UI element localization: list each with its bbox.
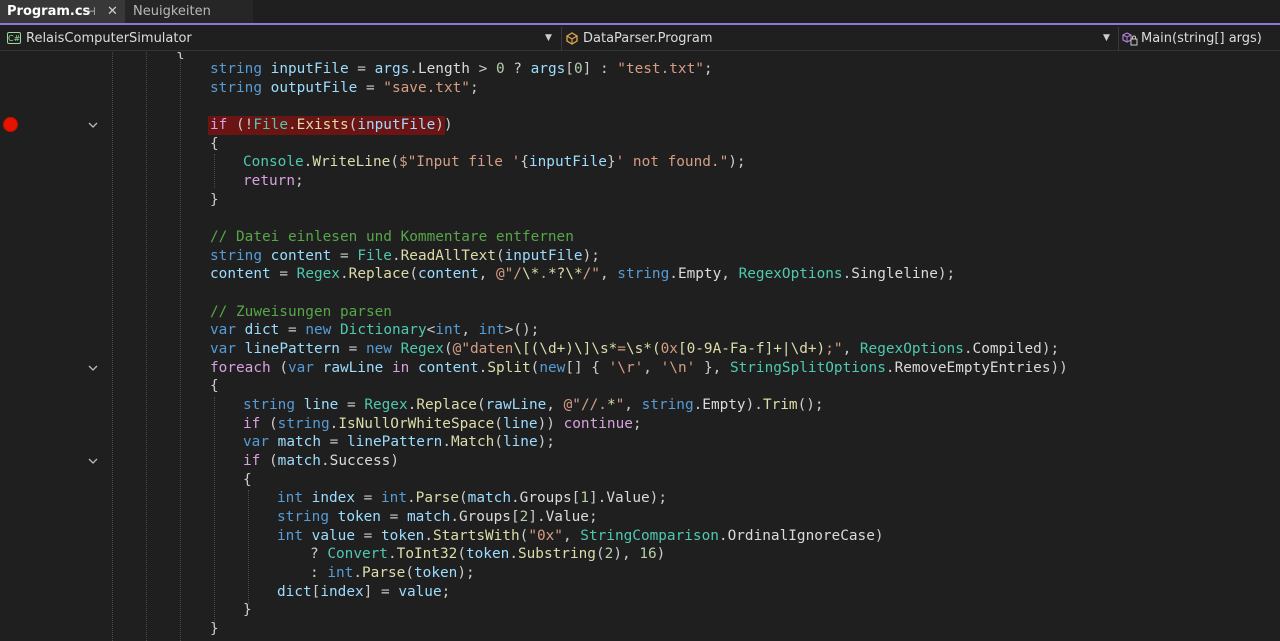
code-line: ? Convert.ToInt32(token.Substring(2), 16… [310, 546, 666, 562]
pin-icon[interactable]: ⊣ [86, 0, 96, 23]
tab-neuigkeiten[interactable]: Neuigkeiten [125, 0, 253, 23]
code-line: : int.Parse(token); [310, 565, 475, 581]
code-line: var dict = new Dictionary<int, int>(); [210, 322, 540, 338]
document-tab-strip: Program.cs ⊣ ✕ Neuigkeiten [0, 0, 1280, 25]
code-line: string inputFile = args.Length > 0 ? arg… [210, 61, 713, 77]
code-line: dict[index] = value; [277, 584, 451, 600]
chevron-down-icon[interactable]: ▼ [545, 27, 552, 50]
tab-label: Program.cs [7, 4, 91, 19]
csharp-project-icon: C# [7, 32, 21, 44]
tab-program-cs[interactable]: Program.cs ⊣ ✕ [0, 0, 125, 23]
code-line: string line = Regex.Replace(rawLine, @"/… [243, 397, 824, 413]
code-line: // Zuweisungen parsen [210, 304, 392, 320]
ide-window: Program.cs ⊣ ✕ Neuigkeiten C# RelaisComp… [0, 0, 1280, 641]
code-line: if (match.Success) [243, 453, 399, 469]
breakpoint-icon[interactable] [3, 117, 18, 132]
code-line: if (string.IsNullOrWhiteSpace(line)) con… [243, 416, 642, 432]
indent-guide [146, 52, 147, 641]
code-line: int value = token.StartsWith("0x", Strin… [277, 528, 884, 544]
code-line: int index = int.Parse(match.Groups[1].Va… [277, 490, 667, 506]
navigation-bar: C# RelaisComputerSimulator ▼ DataParser.… [0, 27, 1280, 51]
collapse-icon[interactable] [87, 455, 99, 467]
chevron-down-icon[interactable]: ▼ [1103, 27, 1110, 50]
indent-guide [214, 154, 215, 188]
code-line: { [210, 378, 219, 394]
code-line: } [210, 621, 219, 637]
collapse-icon[interactable] [87, 362, 99, 374]
class-dropdown[interactable]: DataParser.Program ▼ [561, 27, 1115, 50]
code-line: // Datei einlesen und Kommentare entfern… [210, 229, 574, 245]
project-name: RelaisComputerSimulator [26, 31, 192, 46]
code-line: { [243, 472, 252, 488]
code-line: } [210, 192, 219, 208]
code-line: foreach (var rawLine in content.Split(ne… [210, 360, 1068, 376]
indent-guide [180, 52, 181, 641]
method-icon [1122, 32, 1138, 46]
code-line: Console.WriteLine($"Input file '{inputFi… [243, 154, 746, 170]
code-editor[interactable]: { string inputFile = args.Length > 0 ? a… [0, 52, 1280, 641]
class-name: DataParser.Program [583, 31, 713, 46]
code-line: string outputFile = "save.txt"; [210, 80, 479, 96]
code-line: var match = linePattern.Match(line); [243, 434, 555, 450]
indent-guide [112, 52, 113, 641]
code-line: var linePattern = new Regex(@"daten\[(\d… [210, 341, 1060, 357]
class-icon [566, 32, 578, 45]
project-dropdown[interactable]: C# RelaisComputerSimulator ▼ [4, 27, 556, 50]
breakpoint-margin[interactable] [0, 52, 20, 641]
code-line: } [243, 602, 252, 618]
close-icon[interactable]: ✕ [107, 0, 118, 23]
code-line-breakpoint: if (!File.Exists(inputFile)) [210, 117, 453, 133]
code-line: string token = match.Groups[2].Value; [277, 509, 598, 525]
indent-guide [248, 490, 249, 604]
code-line: string content = File.ReadAllText(inputF… [210, 248, 600, 264]
code-line: { [210, 136, 219, 152]
tab-label: Neuigkeiten [133, 4, 211, 19]
code-line: content = Regex.Replace(content, @"/\*.*… [210, 266, 956, 282]
code-line: return; [243, 173, 304, 189]
member-name: Main(string[] args) [1141, 31, 1262, 46]
indent-guide [214, 397, 215, 623]
collapse-icon[interactable] [87, 119, 99, 131]
code-line: { [176, 52, 185, 61]
member-dropdown[interactable]: Main(string[] args) [1118, 27, 1280, 50]
